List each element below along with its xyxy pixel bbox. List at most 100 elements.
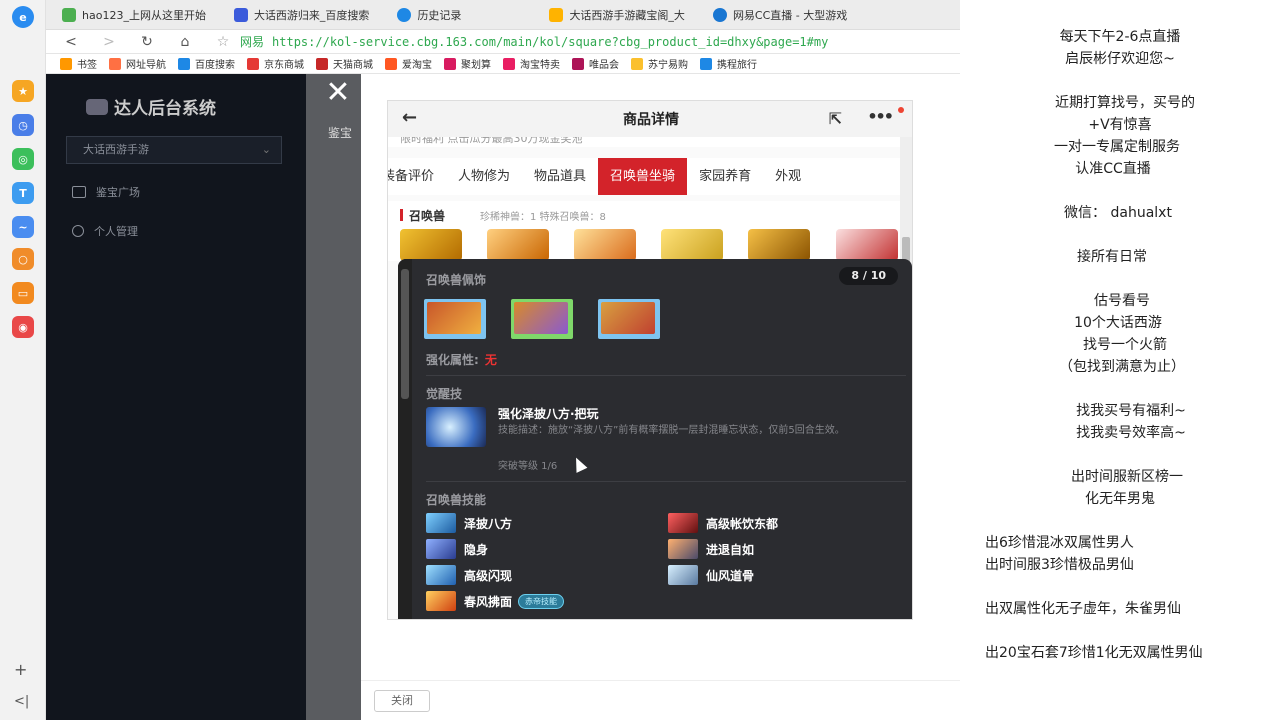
stream-text-line: 找我卖号效率高~ <box>1076 425 1186 441</box>
bookmark-item[interactable]: 百度搜索 <box>178 56 235 71</box>
pet-thumbnail[interactable] <box>400 229 462 261</box>
category-tab[interactable]: 家园养育 <box>687 158 763 195</box>
stream-text-line: 出时间服3珍惜极品男仙 <box>985 557 1134 573</box>
category-tab[interactable]: 装备评价 <box>388 158 446 195</box>
collapse-icon[interactable]: <| <box>14 694 29 709</box>
forward-icon[interactable]: > <box>98 32 120 52</box>
bookmark-icon <box>572 57 584 70</box>
ornament-slot[interactable] <box>598 299 660 339</box>
browser-tab[interactable]: 网易CC直播 - 大型游戏 <box>707 3 861 27</box>
share-icon[interactable]: ⇱ <box>829 109 842 128</box>
skill-icon <box>426 539 456 559</box>
skill-item[interactable]: 高级帐饮东都 <box>668 513 778 533</box>
bookmark-item[interactable]: 网址导航 <box>109 56 166 71</box>
skills-title: 召唤兽技能 <box>426 493 487 507</box>
stream-notice-panel: 每天下午2-6点直播 启辰彬仔欢迎您~ 近期打算找号，买号的 +V有惊喜 一对一专属定制… <box>960 0 1280 720</box>
browser-tab[interactable]: hao123_上网从这里开始 <box>56 3 220 27</box>
bookmark-item[interactable]: 京东商城 <box>247 56 304 71</box>
bookmark-item[interactable]: 天猫商城 <box>316 56 373 71</box>
awaken-skill-name: 强化泽披八方·把玩 <box>498 407 599 421</box>
more-icon[interactable]: ••• <box>867 107 894 126</box>
sidebar-item-label: 鉴宝广场 <box>96 186 140 199</box>
skill-name: 春风拂面 <box>464 594 513 609</box>
add-icon[interactable]: + <box>14 660 27 679</box>
notification-dot <box>898 107 904 113</box>
skill-item[interactable]: 仙风道骨 <box>668 565 754 585</box>
awaken-title: 觉醒技 <box>426 387 463 401</box>
skill-name: 进退自如 <box>706 542 755 557</box>
url-field[interactable]: 网易 https://kol-service.cbg.163.com/main/… <box>240 33 828 50</box>
browser-tab[interactable]: 大话西游归来_百度搜索 <box>228 3 384 27</box>
category-tab[interactable]: 召唤兽坐骑 <box>598 158 688 195</box>
bookmark-item[interactable]: 携程旅行 <box>700 56 757 71</box>
mail-app-icon[interactable]: ▭ <box>12 282 34 304</box>
stream-text-line: 10个大话西游 <box>1074 315 1162 331</box>
bookmark-item[interactable]: 爱淘宝 <box>385 56 432 71</box>
stream-text-line: 估号看号 <box>1094 293 1150 309</box>
scrollbar-thumb[interactable] <box>401 269 409 399</box>
stream-text-line: 微信： dahualxt <box>1064 205 1172 221</box>
game-select[interactable]: 大话西游手游 ⌄ <box>66 136 282 164</box>
browser-tab[interactable]: 历史记录 <box>391 3 475 27</box>
skill-icon <box>426 591 456 611</box>
search-app-icon[interactable]: ○ <box>12 248 34 270</box>
skill-item[interactable]: 进退自如 <box>668 539 754 559</box>
bookmark-item[interactable]: 苏宁易购 <box>631 56 688 71</box>
weibo-app-icon[interactable]: ◉ <box>12 316 34 338</box>
detail-modal: ← 商品详情 ⇱ ••• 限时福利 点击瓜分最高30万现金奖池 装备评价人物修为… <box>361 74 960 720</box>
bookmark-item[interactable]: 唯品会 <box>572 56 619 71</box>
stream-text-line: 出6珍惜混冰双属性男人 <box>985 535 1134 551</box>
pet-thumbnail[interactable] <box>748 229 810 261</box>
popup-scrollbar[interactable] <box>398 259 412 619</box>
pet-thumbnail[interactable] <box>487 229 549 261</box>
skill-item[interactable]: 春风拂面 赤帝技能 <box>426 591 565 611</box>
skill-item[interactable]: 隐身 <box>426 539 488 559</box>
pet-thumbnail[interactable] <box>661 229 723 261</box>
bookmark-label: 百度搜索 <box>195 60 235 71</box>
clock-app-icon[interactable]: ◷ <box>12 114 34 136</box>
tab-favicon-icon <box>233 7 248 22</box>
back-icon[interactable]: < <box>60 32 82 52</box>
skill-icon <box>668 539 698 559</box>
bookmark-label: 苏宁易购 <box>648 60 688 71</box>
promo-banner[interactable]: 限时福利 点击瓜分最高30万现金奖池 <box>388 137 912 147</box>
skill-item[interactable]: 高级闪现 <box>426 565 512 585</box>
logo-icon <box>86 98 108 115</box>
ornament-slot[interactable] <box>424 299 486 339</box>
stream-text-line: 化无年男鬼 <box>1085 491 1155 507</box>
home-icon[interactable]: ⌂ <box>174 32 196 52</box>
stream-text-line: 出20宝石套7珍惜1化无双属性男仙 <box>985 645 1203 661</box>
close-button[interactable]: 关闭 <box>374 690 430 712</box>
bookmark-item[interactable]: 淘宝特卖 <box>503 56 560 71</box>
translate-app-icon[interactable]: T <box>12 182 34 204</box>
skill-item[interactable]: 泽披八方 <box>426 513 512 533</box>
category-tab[interactable]: 人物修为 <box>446 158 522 195</box>
browser-tab[interactable]: 大话西游手游藏宝阁_大 <box>543 3 699 27</box>
wechat-app-icon[interactable]: ◎ <box>12 148 34 170</box>
pet-thumbnail[interactable] <box>836 229 898 261</box>
category-tab[interactable]: 外观 <box>763 158 813 195</box>
chat-app-icon[interactable]: e <box>12 6 34 28</box>
close-icon[interactable]: ✕ <box>324 78 352 108</box>
page-counter: 8 / 10 <box>839 267 898 285</box>
back-arrow-icon[interactable]: ← <box>402 107 417 128</box>
bookmark-icon <box>109 57 121 70</box>
bookmarks-bar: 书签 网址导航 百度搜索 京东商城 天猫商城 爱淘宝 聚划算 淘宝特卖 唯品会 苏宁易购 携程旅行 <box>46 54 960 74</box>
star-app-icon[interactable]: ★ <box>12 80 34 102</box>
bookmark-item[interactable]: 书签 <box>60 56 97 71</box>
bookmark-item[interactable]: 聚划算 <box>444 56 491 71</box>
ornament-slot[interactable] <box>511 299 573 339</box>
url-text: https://kol-service.cbg.163.com/main/kol… <box>272 34 829 49</box>
admin-title-text: 达人后台系统 <box>114 99 216 119</box>
pet-thumbnail[interactable] <box>574 229 636 261</box>
game-app-icon[interactable]: ~ <box>12 216 34 238</box>
category-tab[interactable]: 物品道具 <box>522 158 598 195</box>
bookmark-label: 书签 <box>77 60 97 71</box>
bookmark-star-icon[interactable]: ☆ <box>212 32 234 52</box>
sidebar-item-personal[interactable]: 个人管理 <box>72 223 138 239</box>
refresh-icon[interactable]: ↻ <box>136 32 158 52</box>
promo-text: 限时福利 点击瓜分最高30万现金奖池 <box>400 137 583 145</box>
phone-header: ← 商品详情 ⇱ ••• <box>388 101 912 137</box>
sidebar-item-square[interactable]: 鉴宝广场 <box>72 184 140 200</box>
stream-text-line: 近期打算找号，买号的 <box>1055 95 1195 111</box>
